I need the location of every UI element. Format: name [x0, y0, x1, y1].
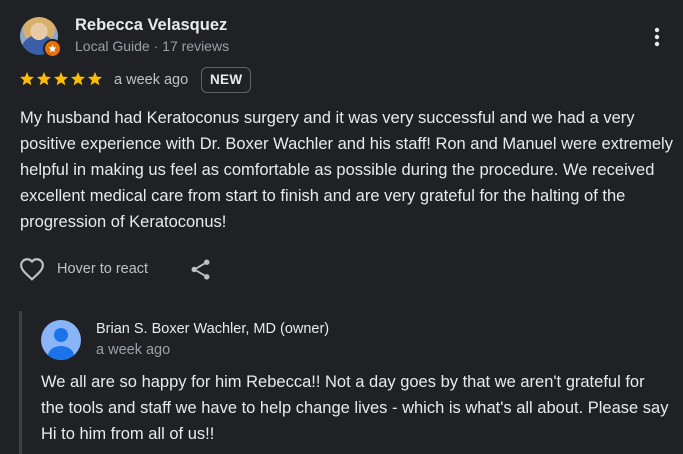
default-person-avatar	[48, 328, 74, 360]
star-icon	[37, 72, 51, 86]
new-badge: NEW	[201, 67, 252, 93]
review-text: My husband had Keratoconus surgery and i…	[20, 109, 673, 231]
more-vertical-icon[interactable]	[645, 25, 669, 49]
share-icon[interactable]	[188, 257, 213, 282]
star-icon	[88, 72, 102, 86]
review-card: Rebecca Velasquez Local Guide · 17 revie…	[0, 0, 683, 454]
owner-avatar[interactable]	[41, 320, 81, 360]
reviewer-meta: Local Guide · 17 reviews	[75, 38, 230, 54]
star-icon	[20, 72, 34, 86]
owner-reply-time: a week ago	[96, 342, 171, 358]
review-time: a week ago	[114, 72, 189, 88]
reviewer-avatar[interactable]	[20, 17, 62, 58]
heart-outline-icon	[20, 258, 44, 281]
reply-divider	[19, 311, 22, 454]
star-rating	[19, 71, 103, 87]
local-guide-badge-icon	[43, 39, 62, 58]
react-label: Hover to react	[57, 261, 149, 277]
owner-name[interactable]: Brian S. Boxer Wachler, MD (owner)	[96, 321, 329, 337]
owner-reply-text: We all are so happy for him Rebecca!! No…	[41, 373, 669, 443]
reviewer-name[interactable]: Rebecca Velasquez	[75, 16, 227, 35]
react-button[interactable]: Hover to react	[19, 257, 148, 281]
star-icon	[71, 72, 85, 86]
star-icon	[54, 72, 68, 86]
